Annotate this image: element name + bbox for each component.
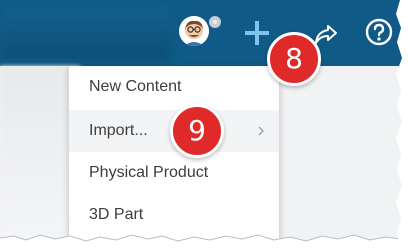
step-callout-9: 9 [170, 104, 224, 158]
plus-icon[interactable] [244, 20, 270, 46]
menu-item-label: 3D Part [89, 206, 144, 223]
menu-item-physical-product[interactable]: Physical Product [69, 152, 279, 194]
chevron-right-icon [257, 110, 265, 152]
step-callout-8: 8 [267, 32, 321, 86]
avatar-status-badge [207, 14, 223, 30]
add-dropdown-menu: New Content Import... Physical Product 3… [68, 66, 280, 248]
menu-item-label: Import... [89, 122, 148, 139]
menu-item-label: Physical Product [89, 164, 209, 181]
user-avatar-icon[interactable] [179, 16, 209, 46]
callout-number: 8 [285, 42, 303, 75]
menu-item-label: New Content [89, 78, 182, 95]
top-toolbar [0, 0, 408, 66]
blurred-toolbar-area [0, 6, 170, 60]
callout-number: 9 [188, 114, 206, 147]
help-icon[interactable] [365, 18, 393, 46]
share-icon[interactable] [314, 22, 338, 46]
torn-edge-right [396, 0, 408, 248]
screenshot-stage: New Content Import... Physical Product 3… [0, 0, 408, 248]
menu-item-new-content[interactable]: New Content [69, 66, 279, 108]
menu-item-3d-part[interactable]: 3D Part [69, 194, 279, 236]
torn-edge-bottom [0, 234, 408, 248]
